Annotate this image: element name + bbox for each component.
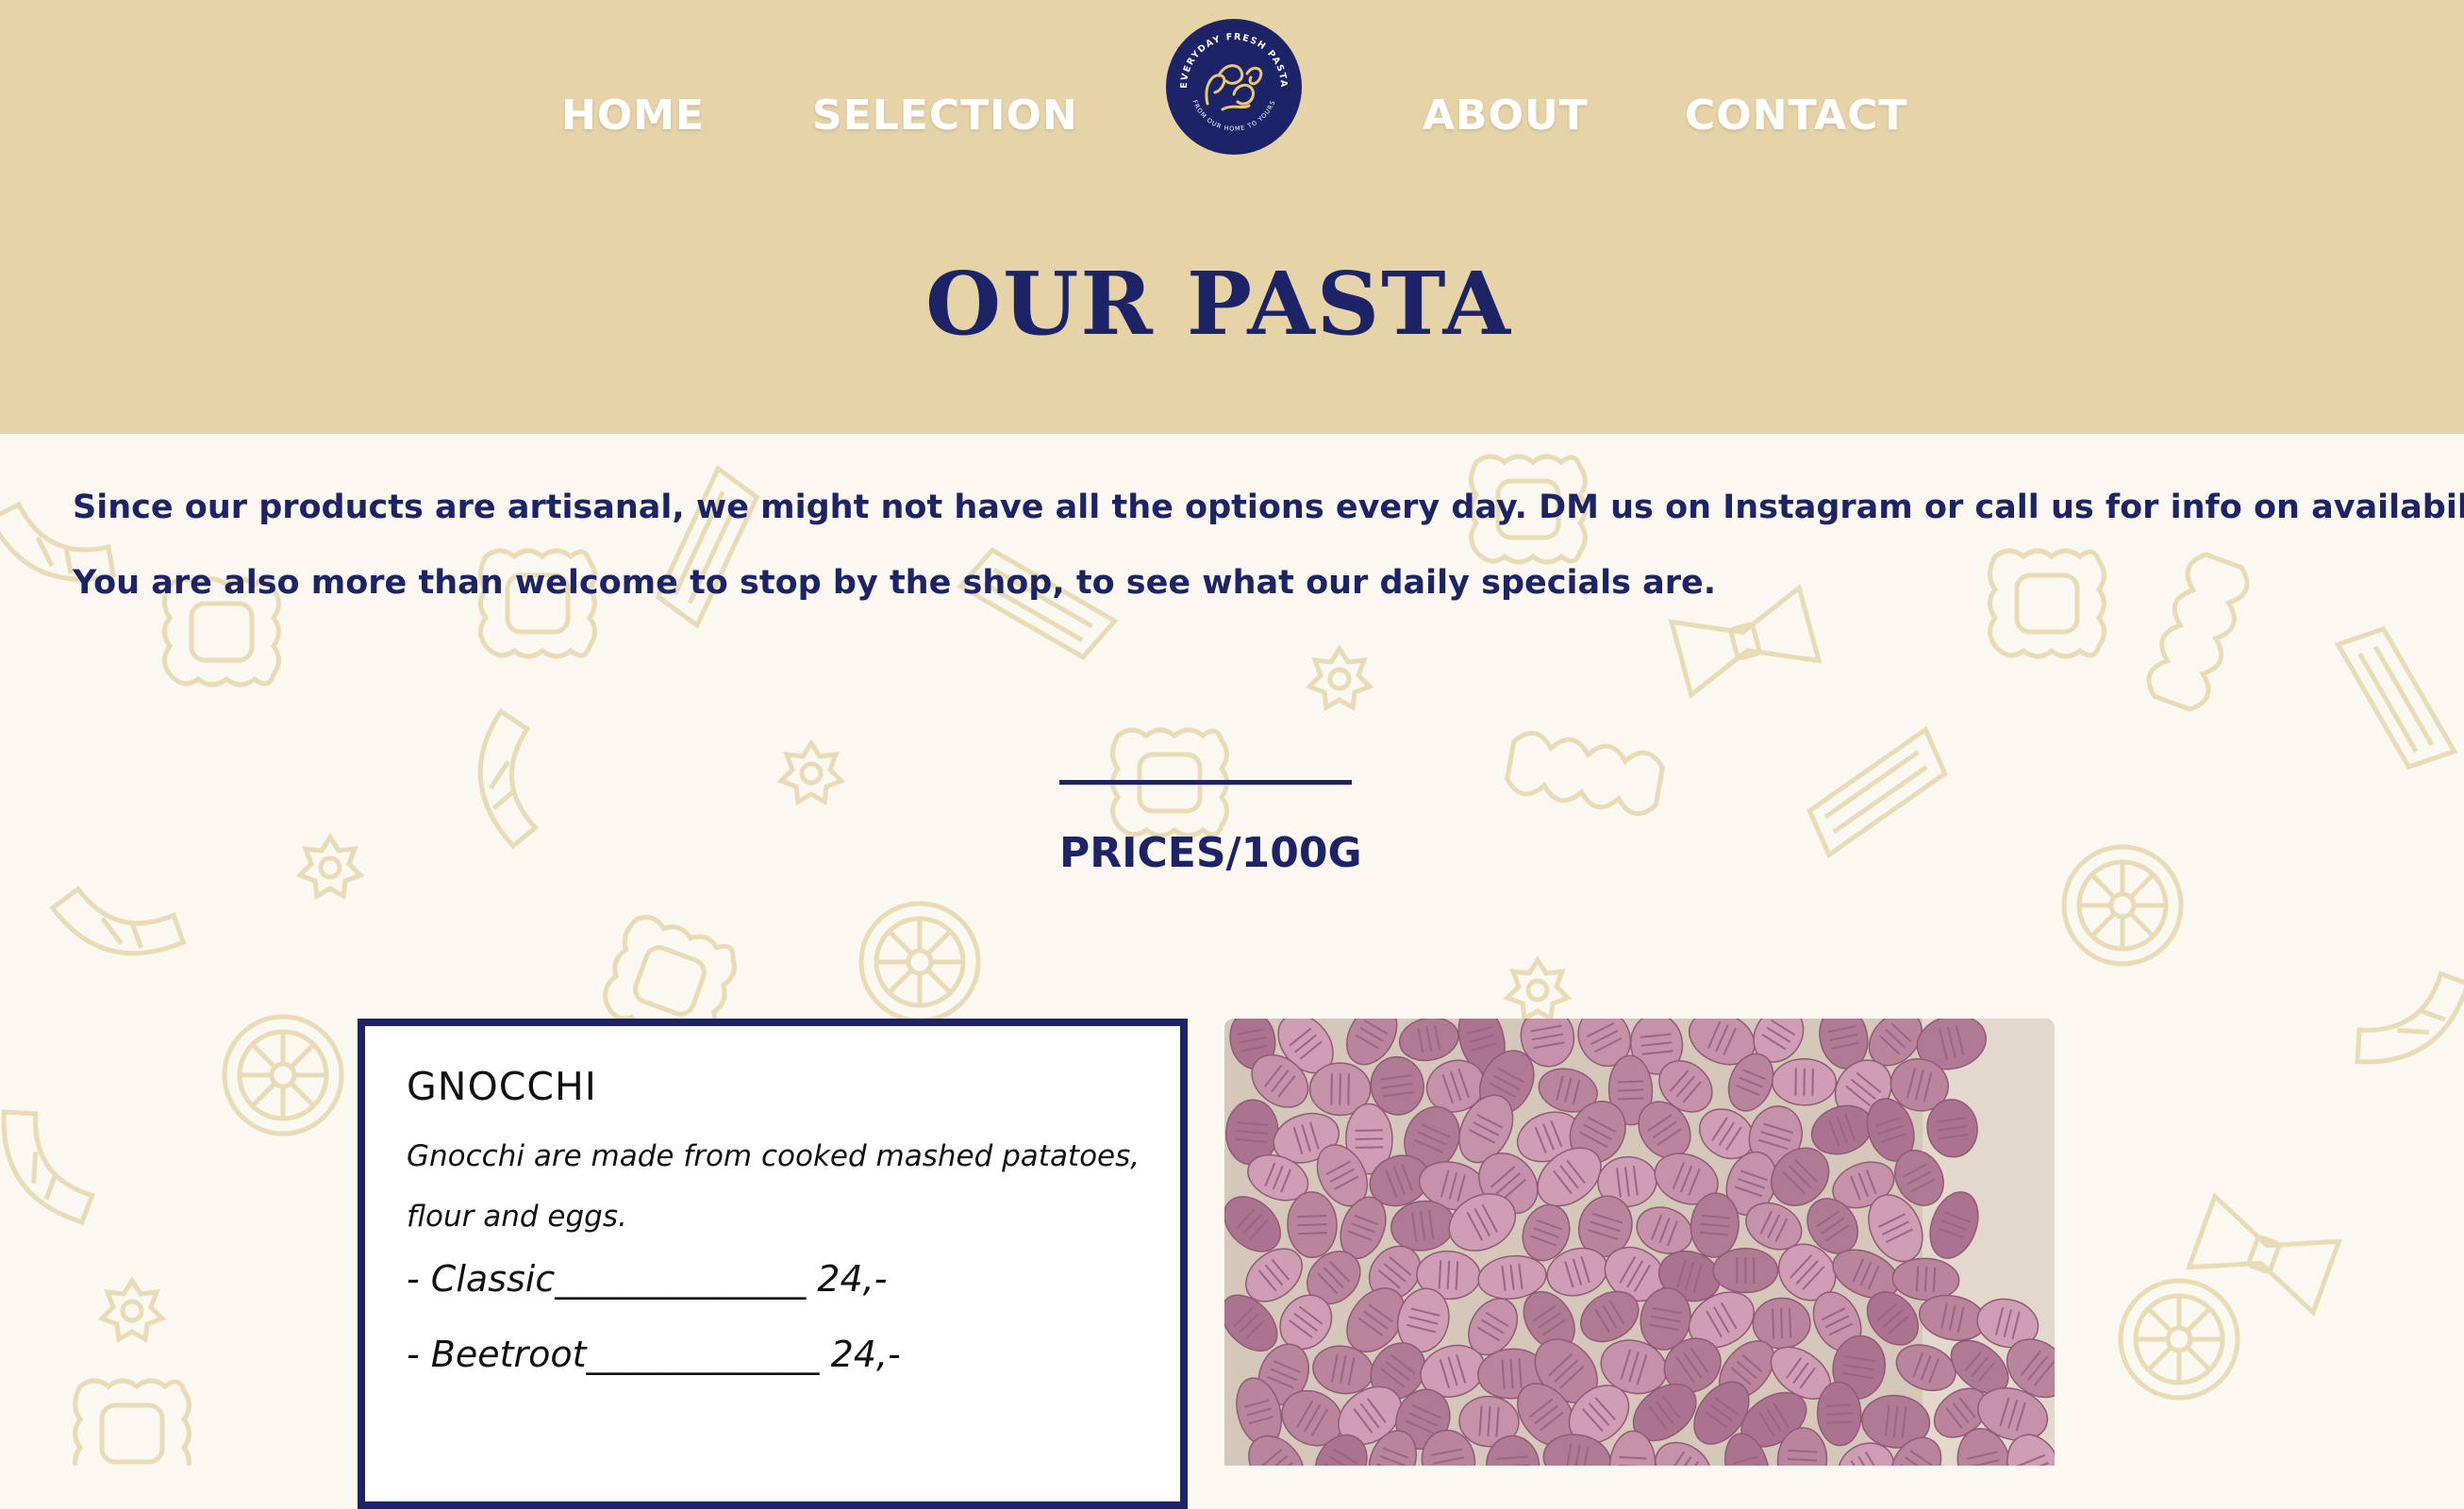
price-classic: - Classic______________ 24,-: [407, 1258, 887, 1300]
gnocchi-ridge: [1617, 1082, 1642, 1083]
nav-selection[interactable]: SELECTION: [812, 88, 1078, 144]
nav-about[interactable]: ABOUT: [1423, 88, 1589, 144]
gnocchi-ridge: [1925, 1267, 1926, 1291]
svg-text:EVERYDAY FRESH PASTA: EVERYDAY FRESH PASTA: [1179, 32, 1289, 89]
prices-divider: [1059, 780, 1352, 785]
product-description-line-2: flour and eggs.: [407, 1200, 627, 1234]
gnocchi-photo: [1224, 1019, 2055, 1466]
product-description-line-1: Gnocchi are made from cooked mashed pata…: [407, 1139, 1140, 1173]
product-card-gnocchi: GNOCCHI Gnocchi are made from cooked mas…: [358, 1019, 1188, 1509]
gnocchi-ridge: [1297, 1224, 1326, 1225]
fresco-logo-icon[interactable]: EVERYDAY FRESH PASTA FROM OUR HOME TO YO…: [1166, 19, 1302, 155]
gnocchi-ridge: [1348, 1073, 1349, 1104]
prices-heading: PRICES/100G: [1059, 829, 1352, 877]
product-name: GNOCCHI: [407, 1064, 597, 1109]
gnocchi-ridge: [1804, 1069, 1805, 1096]
page-title: OUR PASTA: [0, 253, 2438, 355]
gnocchi-ridge: [1795, 1068, 1796, 1095]
intro-line-1: Since our products are artisanal, we mig…: [73, 489, 2464, 526]
nav-home[interactable]: HOME: [561, 88, 705, 144]
gnocchi-ridge: [1618, 1090, 1643, 1091]
price-beetroot: - Beetroot_____________ 24,-: [407, 1334, 901, 1375]
gnocchi-ridge: [1297, 1216, 1326, 1217]
gnocchi-ridge: [1812, 1069, 1813, 1096]
gnocchi-ridge: [1356, 1138, 1383, 1139]
gnocchi-ridge: [1356, 1147, 1383, 1148]
gnocchi-ridge: [1298, 1233, 1327, 1234]
logo-top-text: EVERYDAY FRESH PASTA: [1179, 32, 1289, 89]
gnocchi-ridge: [1781, 1308, 1782, 1338]
gnocchi-ridge: [1934, 1268, 1935, 1292]
nav-contact[interactable]: CONTACT: [1685, 88, 1907, 144]
site-header: HOME SELECTION EVERYDAY FRESH PASTA FROM…: [0, 0, 2464, 434]
gnocchi-ridge: [1618, 1099, 1643, 1100]
logo-bottom-text: FROM OUR HOME TO YOURS: [1190, 99, 1276, 133]
gnocchi-ridge: [1356, 1130, 1383, 1131]
gnocchi-ridge: [1331, 1073, 1332, 1104]
gnocchi-ridge: [1917, 1267, 1918, 1291]
intro-line-2: You are also more than welcome to stop b…: [73, 564, 1716, 602]
svg-text:FROM OUR HOME TO YOURS: FROM OUR HOME TO YOURS: [1190, 99, 1276, 133]
